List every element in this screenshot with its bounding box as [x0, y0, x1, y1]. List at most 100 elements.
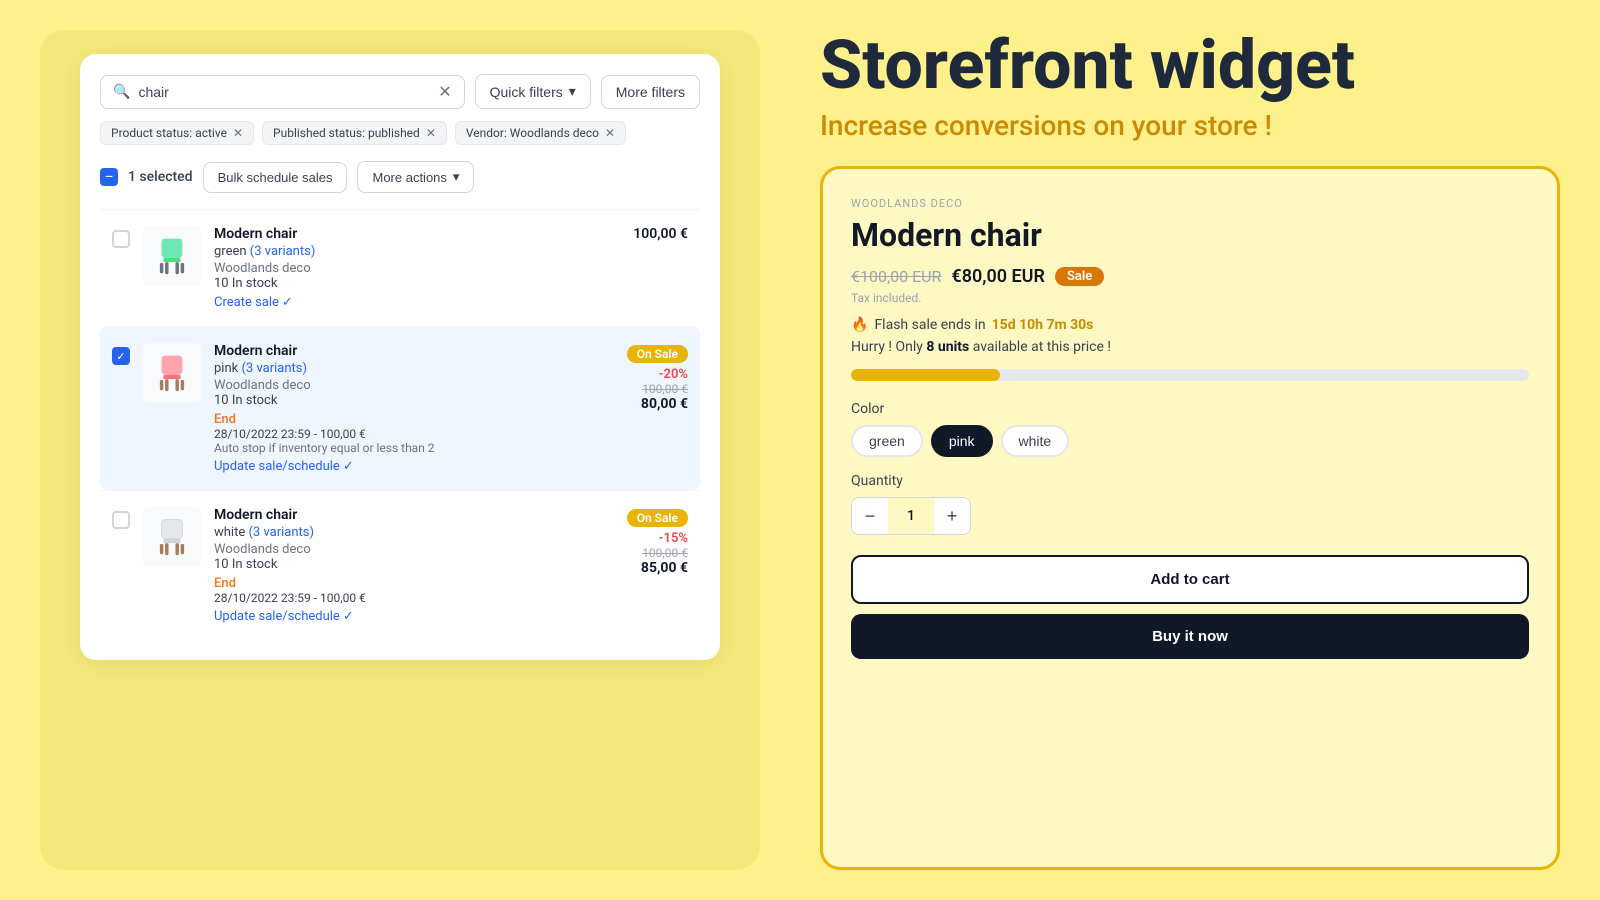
update-sale-link-white[interactable]: Update sale/schedule ✓: [214, 609, 566, 624]
quick-filters-button[interactable]: Quick filters ▾: [475, 74, 591, 109]
product-row-pink: Modern chair pink (3 variants) Woodlands…: [100, 326, 700, 490]
selected-label: 1 selected: [128, 169, 193, 185]
product-info-green: Modern chair green (3 variants) Woodland…: [214, 226, 566, 310]
product-info-pink: Modern chair pink (3 variants) Woodlands…: [214, 343, 566, 474]
product-checkbox-green[interactable]: [112, 230, 130, 248]
clear-icon[interactable]: ✕: [438, 84, 451, 100]
quantity-decrease-button[interactable]: −: [852, 498, 888, 534]
original-price-pink: 100,00 €: [578, 382, 688, 396]
stock-bar: [851, 369, 1529, 381]
buy-now-button[interactable]: Buy it now: [851, 614, 1529, 659]
product-manager: 🔍 ✕ Quick filters ▾ More filters Product…: [80, 54, 720, 660]
sale-info-pink: End 28/10/2022 23:59 - 100,00 € Auto sto…: [214, 412, 566, 474]
product-variant-white: white (3 variants): [214, 525, 566, 540]
search-input-wrap: 🔍 ✕: [100, 75, 465, 109]
chip-remove-status[interactable]: ✕: [233, 126, 243, 140]
filter-chip-published: Published status: published ✕: [262, 121, 447, 145]
product-vendor-pink: Woodlands deco: [214, 378, 566, 393]
widget-original-price: €100,00 EUR: [851, 267, 941, 286]
sale-end-label-pink: End: [214, 412, 566, 427]
product-price-pink: On Sale -20% 100,00 € 80,00 €: [578, 343, 688, 412]
filter-chip-status: Product status: active ✕: [100, 121, 254, 145]
more-actions-button[interactable]: More actions ▾: [357, 161, 474, 193]
sale-end-label-white: End: [214, 576, 566, 591]
hurry-units: 8 units: [926, 339, 969, 355]
filter-chip-vendor: Vendor: Woodlands deco ✕: [455, 121, 626, 145]
hero-title: Storefront widget: [820, 30, 1560, 101]
more-filters-button[interactable]: More filters: [601, 75, 700, 109]
product-variant-green: green (3 variants): [214, 244, 566, 259]
chair-white-icon: [146, 511, 198, 563]
right-panel: Storefront widget Increase conversions o…: [800, 30, 1560, 870]
product-stock-green: 10 In stock: [214, 276, 566, 291]
bulk-schedule-button[interactable]: Bulk schedule sales: [203, 162, 348, 193]
hero-subtitle: Increase conversions on your store !: [820, 109, 1560, 142]
create-sale-link-green[interactable]: Create sale ✓: [214, 295, 566, 310]
color-btn-green[interactable]: green: [851, 425, 923, 457]
sale-date-white: 28/10/2022 23:59 - 100,00 €: [214, 591, 566, 605]
sale-discount-pink: -20%: [578, 367, 688, 382]
widget-price-row: €100,00 EUR €80,00 EUR Sale: [851, 266, 1529, 287]
product-vendor-white: Woodlands deco: [214, 542, 566, 557]
product-stock-pink: 10 In stock: [214, 393, 566, 408]
sale-auto-stop-pink: Auto stop if inventory equal or less tha…: [214, 441, 566, 455]
product-variant-pink: pink (3 variants): [214, 361, 566, 376]
bulk-actions-row: 1 selected Bulk schedule sales More acti…: [100, 161, 700, 193]
product-name-green: Modern chair: [214, 226, 566, 242]
vendor-label: WOODLANDS DECO: [851, 197, 1529, 210]
product-checkbox-pink[interactable]: [112, 347, 130, 365]
chair-green-icon: [146, 230, 198, 282]
product-checkbox-white[interactable]: [112, 511, 130, 529]
search-row: 🔍 ✕ Quick filters ▾ More filters: [100, 74, 700, 109]
add-to-cart-button[interactable]: Add to cart: [851, 555, 1529, 604]
chair-pink-icon: [146, 347, 198, 399]
flash-label: Flash sale ends in: [874, 317, 985, 333]
flash-sale-row: 🔥 Flash sale ends in 15d 10h 7m 30s: [851, 317, 1529, 333]
product-row-green: Modern chair green (3 variants) Woodland…: [100, 209, 700, 326]
sale-tag: Sale: [1055, 267, 1104, 286]
product-image-green: [142, 226, 202, 286]
chip-remove-vendor[interactable]: ✕: [605, 126, 615, 140]
sale-price-pink: 80,00 €: [578, 396, 688, 412]
product-name-pink: Modern chair: [214, 343, 566, 359]
select-all-checkbox[interactable]: [100, 168, 118, 186]
tax-note: Tax included.: [851, 291, 1529, 305]
on-sale-badge-pink: On Sale: [627, 345, 688, 363]
hurry-row: Hurry ! Only 8 units available at this p…: [851, 339, 1529, 355]
product-name-white: Modern chair: [214, 507, 566, 523]
flash-time: 15d 10h 7m 30s: [992, 317, 1094, 333]
search-input[interactable]: [138, 84, 430, 100]
sale-date-pink: 28/10/2022 23:59 - 100,00 €: [214, 427, 566, 441]
product-price-white: On Sale -15% 100,00 € 85,00 €: [578, 507, 688, 576]
quantity-increase-button[interactable]: +: [934, 498, 970, 534]
search-icon: 🔍: [113, 84, 130, 100]
chip-remove-published[interactable]: ✕: [426, 126, 436, 140]
quantity-section: Quantity − 1 +: [851, 473, 1529, 535]
product-image-white: [142, 507, 202, 567]
quantity-label: Quantity: [851, 473, 1529, 489]
chevron-down-icon: ▾: [569, 83, 576, 100]
left-panel: 🔍 ✕ Quick filters ▾ More filters Product…: [40, 30, 760, 870]
product-info-white: Modern chair white (3 variants) Woodland…: [214, 507, 566, 624]
product-price-green: 100,00 €: [578, 226, 688, 242]
on-sale-badge-white: On Sale: [627, 509, 688, 527]
product-row-white: Modern chair white (3 variants) Woodland…: [100, 490, 700, 640]
color-btn-white[interactable]: white: [1001, 425, 1070, 457]
update-sale-link-pink[interactable]: Update sale/schedule ✓: [214, 459, 566, 474]
widget-product-name: Modern chair: [851, 216, 1529, 254]
sale-price-white: 85,00 €: [578, 560, 688, 576]
filter-chips: Product status: active ✕ Published statu…: [100, 121, 700, 145]
original-price-white: 100,00 €: [578, 546, 688, 560]
color-options: green pink white: [851, 425, 1529, 457]
chevron-down-icon-actions: ▾: [453, 169, 460, 185]
color-btn-pink[interactable]: pink: [931, 425, 993, 457]
color-label: Color: [851, 401, 1529, 417]
product-vendor-green: Woodlands deco: [214, 261, 566, 276]
quantity-value: 1: [888, 508, 934, 524]
color-section: Color green pink white: [851, 401, 1529, 457]
product-stock-white: 10 In stock: [214, 557, 566, 572]
widget-sale-price: €80,00 EUR: [951, 266, 1045, 287]
storefront-widget-card: WOODLANDS DECO Modern chair €100,00 EUR …: [820, 166, 1560, 870]
quantity-control: − 1 +: [851, 497, 971, 535]
stock-fill: [851, 369, 1000, 381]
